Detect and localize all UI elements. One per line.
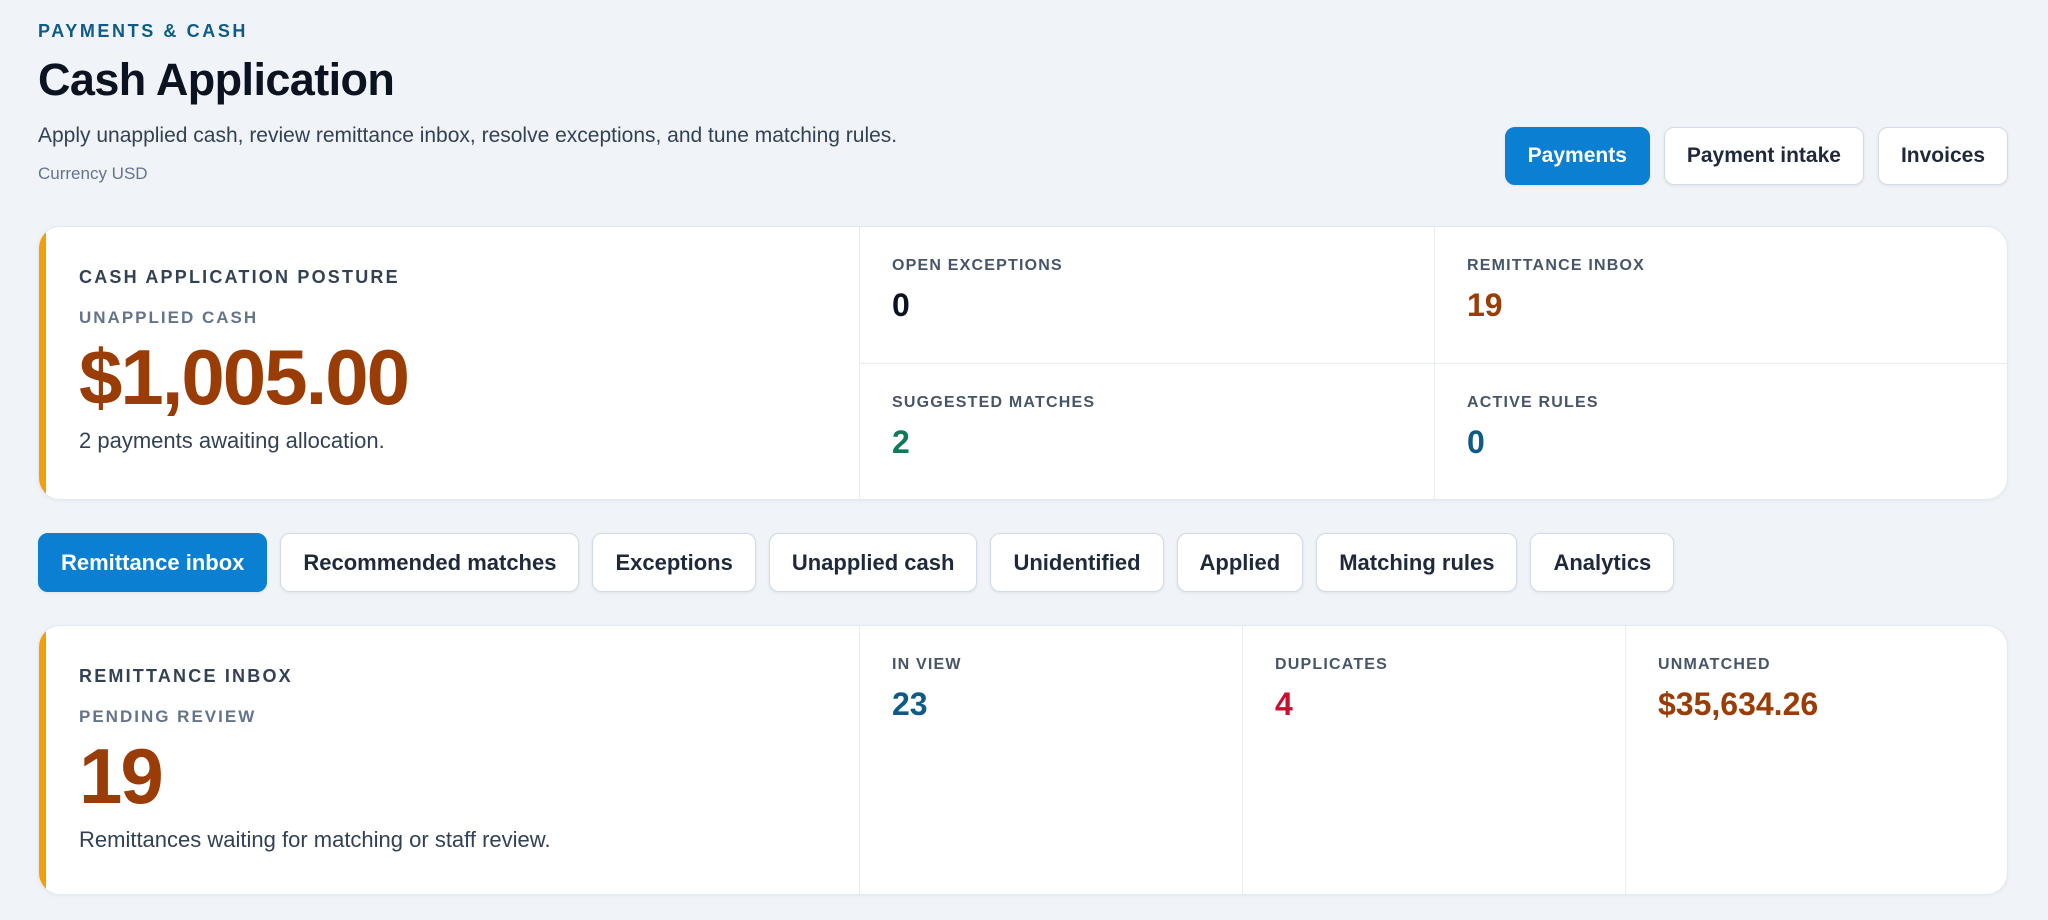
payment-intake-button[interactable]: Payment intake bbox=[1663, 127, 1864, 185]
stat-label: REMITTANCE INBOX bbox=[1467, 257, 1646, 274]
stat-label: UNMATCHED bbox=[1658, 656, 1771, 673]
stat-value: 2 bbox=[892, 424, 910, 460]
tab-recommended-matches[interactable]: Recommended matches bbox=[280, 533, 580, 592]
inbox-label: REMITTANCE INBOX bbox=[79, 666, 293, 686]
tab-unapplied-cash[interactable]: Unapplied cash bbox=[768, 533, 978, 592]
payments-button[interactable]: Payments bbox=[1504, 127, 1650, 185]
unmatched-stat: UNMATCHED $35,634.26 bbox=[1625, 626, 2007, 894]
stat-value: $35,634.26 bbox=[1658, 686, 1819, 722]
remittance-inbox-card: REMITTANCE INBOX PENDING REVIEW 19 Remit… bbox=[38, 625, 2008, 895]
invoices-button[interactable]: Invoices bbox=[1877, 127, 2008, 185]
tab-remittance-inbox[interactable]: Remittance inbox bbox=[38, 533, 268, 592]
stat-label: OPEN EXCEPTIONS bbox=[892, 257, 1063, 274]
unapplied-cash-label: UNAPPLIED CASH bbox=[79, 308, 259, 327]
posture-label: CASH APPLICATION POSTURE bbox=[79, 267, 400, 287]
stat-label: DUPLICATES bbox=[1275, 656, 1389, 673]
stat-label: IN VIEW bbox=[892, 656, 962, 673]
open-exceptions-stat: OPEN EXCEPTIONS 0 bbox=[859, 227, 1434, 364]
tab-applied[interactable]: Applied bbox=[1176, 533, 1304, 592]
active-rules-stat: ACTIVE RULES 0 bbox=[1434, 364, 2007, 499]
suggested-matches-stat: SUGGESTED MATCHES 2 bbox=[859, 364, 1434, 499]
pending-review-label: PENDING REVIEW bbox=[79, 707, 257, 726]
remittance-inbox-stat: REMITTANCE INBOX 19 bbox=[1434, 227, 2007, 364]
pending-review-description: Remittances waiting for matching or staf… bbox=[79, 827, 551, 852]
stat-label: SUGGESTED MATCHES bbox=[892, 394, 1096, 411]
tab-matching-rules[interactable]: Matching rules bbox=[1316, 533, 1518, 592]
tab-unidentified[interactable]: Unidentified bbox=[990, 533, 1164, 592]
section-eyebrow: PAYMENTS & CASH bbox=[38, 21, 249, 41]
unapplied-cash-description: 2 payments awaiting allocation. bbox=[79, 428, 385, 453]
stat-value: 0 bbox=[892, 287, 910, 323]
stat-value: 23 bbox=[892, 686, 928, 722]
tab-analytics[interactable]: Analytics bbox=[1530, 533, 1675, 592]
stat-value: 19 bbox=[1467, 287, 1503, 323]
header-actions: Payments Payment intake Invoices bbox=[1504, 127, 2008, 185]
currency-label: Currency USD bbox=[38, 164, 148, 183]
pending-review-value: 19 bbox=[79, 732, 164, 820]
posture-card: CASH APPLICATION POSTURE UNAPPLIED CASH … bbox=[38, 226, 2008, 500]
stat-label: ACTIVE RULES bbox=[1467, 394, 1599, 411]
page-title: Cash Application bbox=[38, 54, 395, 105]
duplicates-stat: DUPLICATES 4 bbox=[1242, 626, 1625, 894]
stat-value: 4 bbox=[1275, 686, 1293, 722]
unapplied-cash-value: $1,005.00 bbox=[79, 333, 410, 421]
cash-application-tabs: Remittance inbox Recommended matches Exc… bbox=[38, 533, 1675, 592]
tab-exceptions[interactable]: Exceptions bbox=[592, 533, 756, 592]
stat-value: 0 bbox=[1467, 424, 1485, 460]
page-subtitle: Apply unapplied cash, review remittance … bbox=[38, 124, 898, 147]
posture-summary: CASH APPLICATION POSTURE UNAPPLIED CASH … bbox=[39, 227, 859, 499]
in-view-stat: IN VIEW 23 bbox=[859, 626, 1242, 894]
inbox-summary: REMITTANCE INBOX PENDING REVIEW 19 Remit… bbox=[39, 626, 859, 894]
cash-application-page: PAYMENTS & CASH Cash Application Apply u… bbox=[0, 0, 2048, 920]
